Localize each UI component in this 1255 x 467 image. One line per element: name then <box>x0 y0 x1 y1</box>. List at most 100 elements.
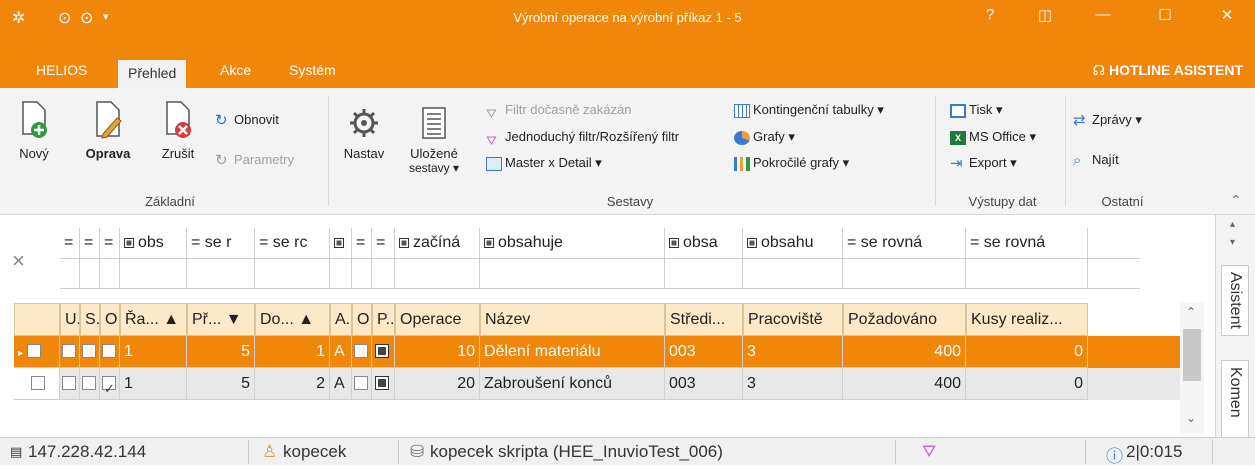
checkbox-s[interactable] <box>82 343 96 358</box>
cell-o[interactable] <box>100 368 120 400</box>
filter-op-pracoviste[interactable]: obsahu <box>743 228 843 258</box>
menu-akce[interactable]: Akce <box>210 55 261 88</box>
minimize-button[interactable]: — <box>1088 6 1118 23</box>
close-button[interactable]: ✕ <box>1212 6 1242 24</box>
header-a[interactable]: A.. <box>330 303 352 336</box>
cell-nazev[interactable]: Zabroušení konců <box>480 368 665 400</box>
back-icon[interactable]: ⊙ <box>58 8 71 28</box>
header-o2[interactable]: O.. <box>352 303 372 336</box>
cell-kusy[interactable]: 0 <box>966 336 1088 368</box>
filter-op-nazev[interactable]: obsahuje <box>480 228 665 258</box>
cell-stredisko[interactable]: 003 <box>665 336 743 368</box>
side-scroll-up-icon[interactable]: ▴ <box>1230 219 1235 230</box>
filter-op-pr[interactable]: = se r <box>187 228 255 258</box>
filter-value-pr[interactable] <box>187 258 255 288</box>
menu-prehled[interactable]: Přehled <box>118 60 187 88</box>
table-row[interactable]: 1 5 2 A 20 Zabroušení konců 003 3 400 0 <box>14 368 1180 400</box>
cell-pozadovano[interactable]: 400 <box>843 336 966 368</box>
ulozene-sestavy-button[interactable]: Uložené sestavy ▾ <box>402 106 466 175</box>
nastav-button[interactable]: Nastav <box>338 106 390 161</box>
quick-access-dropdown-icon[interactable]: ▾ <box>103 10 109 23</box>
filter-value-nazev[interactable] <box>480 258 665 288</box>
filter-op-rada[interactable]: obs <box>120 228 187 258</box>
tab-asistent[interactable]: Asistent <box>1221 265 1249 336</box>
checkbox-o2[interactable] <box>354 375 368 390</box>
cell-do[interactable]: 2 <box>255 368 330 400</box>
filter-value-pozadovano[interactable] <box>843 258 966 288</box>
scroll-up-icon[interactable]: ⌃ <box>1186 305 1196 319</box>
zrusit-button[interactable]: Zrušit <box>153 100 203 161</box>
filter-op-o[interactable]: = <box>100 228 120 258</box>
cell-pracoviste[interactable]: 3 <box>743 368 843 400</box>
cell-s[interactable] <box>80 336 100 368</box>
checkbox-s[interactable] <box>82 375 96 390</box>
filter-value-o[interactable] <box>100 258 120 288</box>
pokrocile-grafy-button[interactable]: Pokročilé grafy ▾ <box>734 153 849 173</box>
cell-operace[interactable]: 20 <box>395 368 480 400</box>
side-scroll-down-icon[interactable]: ▾ <box>1230 237 1235 248</box>
cell-pracoviste[interactable]: 3 <box>743 336 843 368</box>
row-select-checkbox[interactable] <box>31 375 46 390</box>
filter-op-stredisko[interactable]: obsa <box>665 228 743 258</box>
filter-op-o2[interactable]: = <box>352 228 372 258</box>
filter-value-kusy[interactable] <box>966 258 1088 288</box>
row-select-checkbox[interactable] <box>27 343 42 358</box>
checkbox-u[interactable] <box>62 375 76 390</box>
layout-icon[interactable]: ◫ <box>1030 6 1060 24</box>
cell-do[interactable]: 1 <box>255 336 330 368</box>
checkbox-o2[interactable] <box>354 343 368 358</box>
header-kusy[interactable]: Kusy realiz... <box>966 303 1088 336</box>
menu-system[interactable]: Systém <box>279 55 346 88</box>
filter-value-do[interactable] <box>255 258 330 288</box>
cell-kusy[interactable]: 0 <box>966 368 1088 400</box>
filter-value-p[interactable] <box>372 258 395 288</box>
cell-s[interactable] <box>80 368 100 400</box>
filter-status-icon[interactable]: ⛛ <box>922 442 936 462</box>
cell-o2[interactable] <box>352 368 372 400</box>
header-pracoviste[interactable]: Pracoviště <box>743 303 843 336</box>
cell-pr[interactable]: 5 <box>187 336 255 368</box>
cell-a[interactable]: A <box>330 368 352 400</box>
cell-operace[interactable]: 10 <box>395 336 480 368</box>
header-s[interactable]: S... <box>80 303 100 336</box>
filter-value-stredisko[interactable] <box>665 258 743 288</box>
clear-filter-button[interactable]: × <box>12 248 25 274</box>
cell-stredisko[interactable]: 003 <box>665 368 743 400</box>
cell-rada[interactable]: 1 <box>120 368 187 400</box>
hotline-asistent-button[interactable]: ☊ HOTLINE ASISTENT <box>1093 62 1243 79</box>
cell-a[interactable]: A <box>330 336 352 368</box>
header-operace[interactable]: Operace <box>395 303 480 336</box>
filter-value-o2[interactable] <box>352 258 372 288</box>
cell-u[interactable] <box>60 368 80 400</box>
collapse-ribbon-icon[interactable]: ⌃ <box>1230 192 1242 209</box>
forward-icon[interactable]: ⊙ <box>80 8 93 28</box>
header-stredisko[interactable]: Středi... <box>665 303 743 336</box>
filter-op-pozadovano[interactable]: = se rovná <box>843 228 966 258</box>
filter-op-operace[interactable]: začíná <box>395 228 480 258</box>
ms-office-button[interactable]: X MS Office ▾ <box>950 127 1036 147</box>
menu-helios[interactable]: HELIOS <box>26 55 97 88</box>
cell-p[interactable] <box>372 368 395 400</box>
novy-button[interactable]: Nový <box>12 100 56 161</box>
tab-komentar[interactable]: Komen <box>1221 360 1249 440</box>
filter-value-a[interactable] <box>330 258 352 288</box>
table-row[interactable]: ▸ 1 5 1 A 10 Dělení materiálu 003 3 400 … <box>14 336 1180 368</box>
scroll-thumb[interactable] <box>1183 329 1201 381</box>
header-pr[interactable]: Př... ▼ <box>187 303 255 336</box>
checkbox-p[interactable] <box>375 375 389 390</box>
filter-op-u[interactable]: = <box>60 228 80 258</box>
cell-u[interactable] <box>60 336 80 368</box>
maximize-button[interactable]: ☐ <box>1150 6 1180 24</box>
header-rada[interactable]: Řa... ▲ <box>120 303 187 336</box>
cell-nazev[interactable]: Dělení materiálu <box>480 336 665 368</box>
header-o[interactable]: O.. <box>100 303 120 336</box>
header-nazev[interactable]: Název <box>480 303 665 336</box>
grafy-button[interactable]: Grafy ▾ <box>734 127 795 147</box>
obnovit-button[interactable]: ↻ Obnovit <box>215 110 279 130</box>
jednoduchy-filtr-button[interactable]: ⛛ Jednoduchý filtr/Rozšířený filtr <box>486 127 679 148</box>
filter-op-do[interactable]: = se rc <box>255 228 330 258</box>
scroll-down-icon[interactable]: ⌄ <box>1186 411 1196 425</box>
checkbox-o[interactable] <box>102 373 116 399</box>
header-do[interactable]: Do... ▲ <box>255 303 330 336</box>
cell-pozadovano[interactable]: 400 <box>843 368 966 400</box>
